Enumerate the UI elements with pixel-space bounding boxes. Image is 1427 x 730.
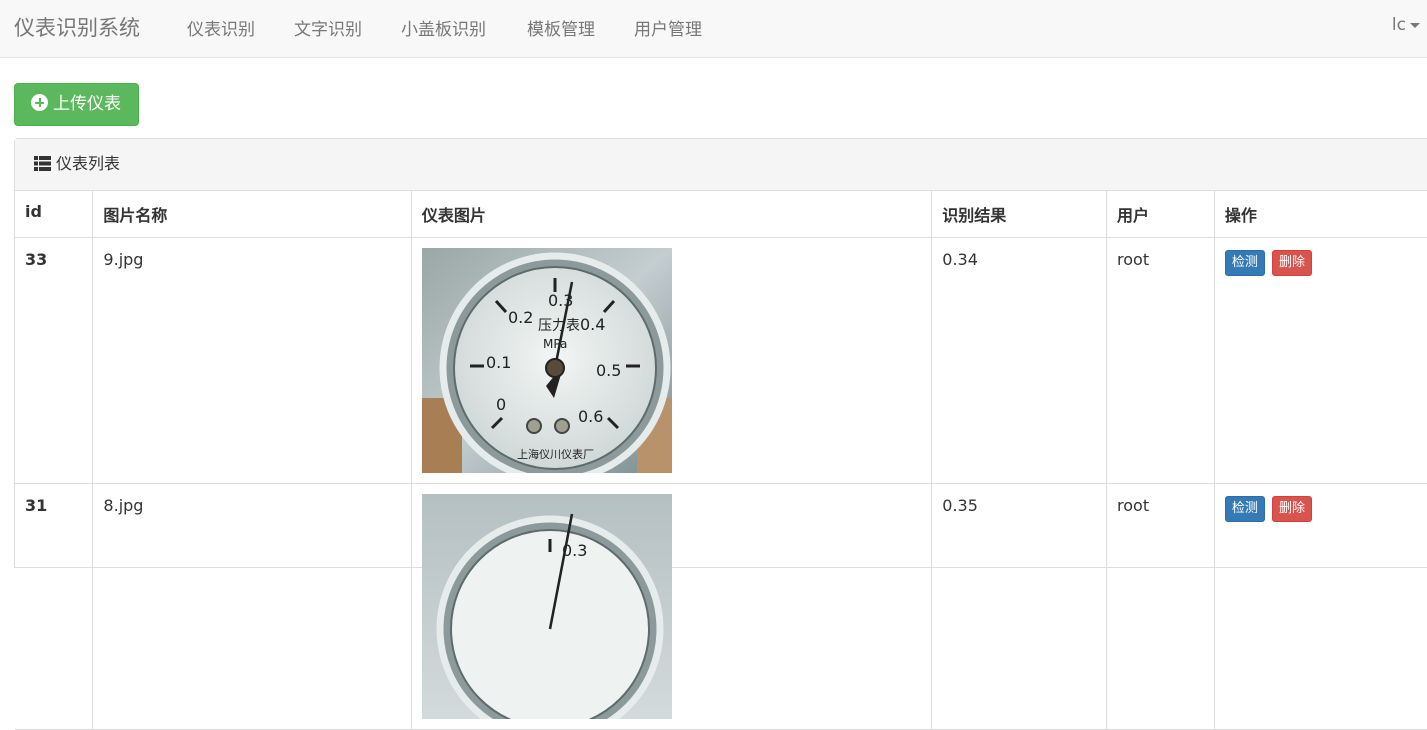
gauge-maker-text: 上海仪川仪表厂 (517, 447, 594, 461)
row-meter-image-cell: 0 0.1 0.2 0.3 0.4 0.5 0.6 压力表 MPa 上海仪川仪表… (410, 237, 932, 484)
column-header-meter-image: 仪表图片 (410, 191, 932, 238)
list-icon (34, 156, 51, 171)
gauge-face-text: 压力表 (538, 318, 580, 334)
column-header-actions: 操作 (1213, 191, 1427, 238)
row-user: root (1106, 483, 1215, 730)
meter-table: id 图片名称 仪表图片 识别结果 用户 操作 33 9.jpg 0 0.1 0… (15, 191, 1427, 730)
nav-item-template-management[interactable]: 模板管理 (527, 15, 595, 40)
row-image-name: 8.jpg (92, 483, 412, 730)
delete-button[interactable]: 删除 (1272, 495, 1313, 522)
row-actions: 检测 删除 (1213, 483, 1427, 730)
detect-button[interactable]: 检测 (1224, 495, 1265, 522)
row-actions: 检测 删除 (1213, 237, 1427, 484)
row-result: 0.35 (931, 483, 1107, 730)
column-header-id: id (15, 191, 93, 238)
panel-title: 仪表列表 (56, 154, 121, 173)
gauge-scale-label: 0.5 (596, 361, 621, 380)
upload-meter-button[interactable]: 上传仪表 (14, 83, 139, 126)
navbar: 仪表识别系统 仪表识别 文字识别 小盖板识别 模板管理 用户管理 lc (0, 0, 1427, 58)
pressure-gauge-image: 0 0.1 0.2 0.3 0.4 0.5 0.6 压力表 MPa 上海仪川仪表… (421, 247, 672, 473)
brand-title[interactable]: 仪表识别系统 (14, 12, 140, 42)
panel-heading: 仪表列表 (15, 139, 1427, 191)
gauge-scale-label: 0.4 (580, 315, 605, 334)
user-name: lc (1391, 15, 1406, 35)
nav-item-user-management[interactable]: 用户管理 (634, 15, 702, 40)
nav-item-text-recognition[interactable]: 文字识别 (294, 15, 362, 40)
row-meter-image-cell: 0.3 (410, 483, 932, 730)
table-row: 33 9.jpg 0 0.1 0.2 0.3 0.4 0.5 0.6 压力表 M… (15, 237, 1427, 484)
gauge-unit-text: MPa (543, 337, 567, 351)
user-menu[interactable]: lc (1392, 15, 1420, 35)
column-header-result: 识别结果 (931, 191, 1107, 238)
row-id: 33 (15, 237, 93, 484)
table-header-row: id 图片名称 仪表图片 识别结果 用户 操作 (15, 191, 1427, 238)
gauge-scale-label: 0.2 (508, 308, 533, 327)
upload-meter-label: 上传仪表 (53, 94, 121, 114)
row-user: root (1106, 237, 1215, 484)
meter-list-panel: 仪表列表 id 图片名称 仪表图片 识别结果 用户 操作 33 9.jpg 0 … (14, 138, 1427, 730)
column-header-image-name: 图片名称 (92, 191, 412, 238)
row-id: 31 (15, 483, 93, 730)
row-image-name: 9.jpg (92, 237, 412, 484)
gauge-scale-label: 0 (496, 395, 506, 414)
plus-circle-icon (31, 94, 48, 111)
gauge-scale-label: 0.6 (578, 407, 603, 426)
pressure-gauge-image: 0.3 (421, 493, 672, 719)
nav-item-meter-recognition[interactable]: 仪表识别 (187, 15, 255, 40)
table-row: 31 8.jpg 0.3 0.35 root 检测 删除 (15, 483, 1427, 730)
gauge-pivot (544, 357, 565, 378)
detect-button[interactable]: 检测 (1224, 249, 1265, 276)
row-result: 0.34 (931, 237, 1107, 484)
delete-button[interactable]: 删除 (1272, 249, 1313, 276)
nav-item-cover-recognition[interactable]: 小盖板识别 (401, 15, 486, 40)
gauge-scale-label: 0.1 (486, 353, 511, 372)
caret-down-icon (1410, 22, 1420, 28)
column-header-user: 用户 (1106, 191, 1215, 238)
